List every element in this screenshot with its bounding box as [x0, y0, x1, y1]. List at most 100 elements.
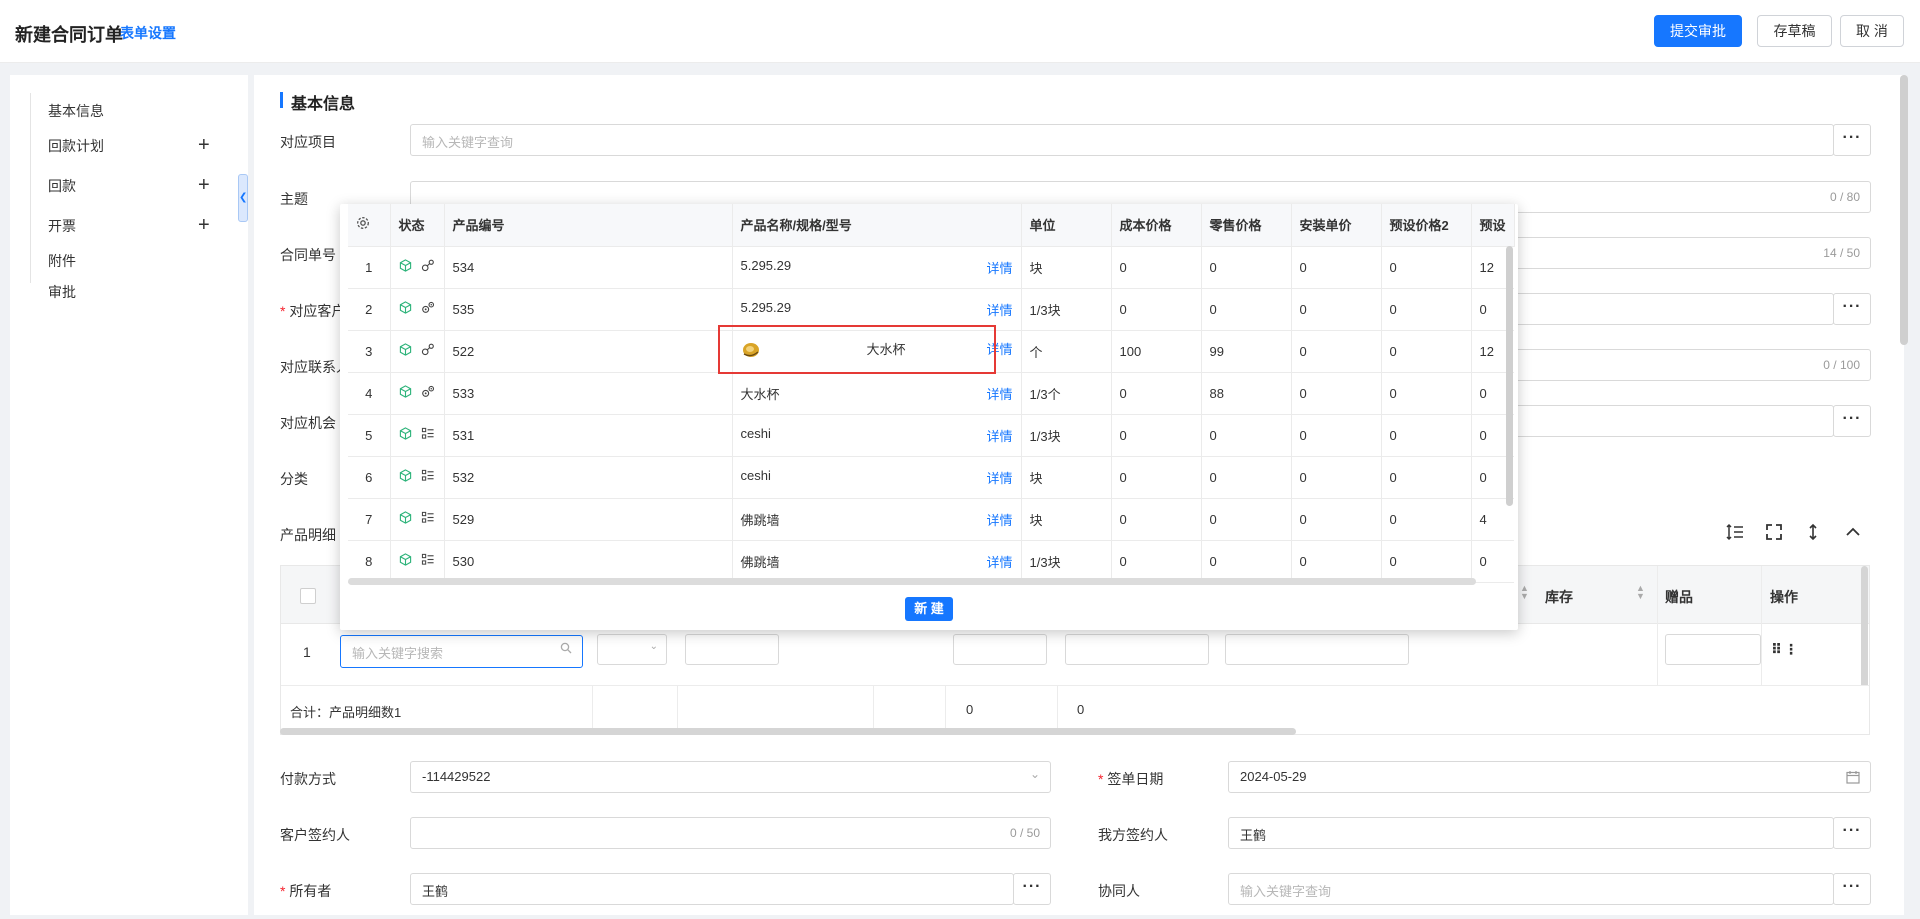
our-signer-select-button[interactable]: ··· [1833, 817, 1871, 849]
subject-label: 主题 [280, 191, 308, 207]
sidebar-line [30, 93, 31, 283]
page-scrollbar[interactable] [1900, 75, 1908, 345]
add-payment-icon[interactable]: + [198, 175, 210, 195]
header-status: 状态 [390, 204, 445, 247]
sidebar-item-invoice[interactable]: 开票 [48, 216, 76, 236]
expand-rows-icon[interactable] [1803, 522, 1823, 545]
header-install-price: 安装单价 [1291, 204, 1382, 247]
select-all-checkbox[interactable] [300, 588, 316, 604]
column-settings-icon[interactable] [348, 204, 391, 247]
submit-approval-button[interactable]: 提交审批 [1654, 15, 1742, 47]
header-unit: 单位 [1021, 204, 1112, 247]
customer-signer-label: 客户签约人 [280, 827, 350, 843]
collapse-sidebar-icon[interactable]: ❮ [238, 174, 248, 222]
amount-input[interactable] [1225, 634, 1409, 665]
cost-price-cell: 0 [1111, 414, 1202, 457]
row-more-icon[interactable]: ⠿⋮ [1771, 641, 1800, 658]
picker-row[interactable]: 8 530 佛跳墙 详情 1/3块 0 0 0 0 0 [348, 540, 1515, 583]
gift-input[interactable] [1665, 634, 1761, 665]
stock-header: 库存 [1545, 589, 1573, 605]
detail-link[interactable]: 详情 [986, 510, 1012, 529]
picker-row[interactable]: 7 529 佛跳墙 详情块 0 0 0 0 4 [348, 498, 1515, 541]
collaborator-input[interactable]: 输入关键字查询 [1228, 873, 1834, 905]
product-detail-label: 产品明细 [280, 527, 336, 543]
preset-price-2-cell: 0 [1381, 372, 1472, 415]
project-input[interactable]: 输入关键字查询 [410, 124, 1834, 156]
fullscreen-icon[interactable] [1764, 522, 1784, 545]
sign-date-label: * 签单日期 [1098, 771, 1164, 787]
preset-price-2-cell: 0 [1381, 540, 1472, 583]
opportunity-select-button[interactable]: ··· [1833, 405, 1871, 437]
search-icon [560, 642, 572, 657]
product-cube-icon [399, 301, 412, 317]
picker-row[interactable]: 4 533 大水杯 详情 1/3个 0 88 0 0 0 [348, 372, 1515, 415]
row-index: 4 [348, 372, 391, 415]
status-cell [390, 246, 445, 289]
sidebar-item-basic-info[interactable]: 基本信息 [48, 101, 104, 121]
header-preset-price-2: 预设价格2 [1381, 204, 1472, 247]
gears-icon [421, 301, 435, 317]
collaborator-select-button[interactable]: ··· [1833, 873, 1871, 905]
sidebar-item-attachment[interactable]: 附件 [48, 251, 76, 271]
product-name-cell: 佛跳墙 详情 [732, 540, 1022, 583]
save-draft-button[interactable]: 存草稿 [1757, 15, 1832, 47]
price-input[interactable] [1065, 634, 1209, 665]
product-cube-icon [399, 385, 412, 401]
sort-icon[interactable]: ▲ ▼ [1520, 584, 1529, 601]
chevron-down-icon: ⌄ [1029, 767, 1040, 781]
detail-link[interactable]: 详情 [986, 468, 1012, 487]
product-name: 5.295.29 [740, 257, 792, 273]
quantity-input[interactable] [953, 634, 1047, 665]
header-retail-price: 零售价格 [1201, 204, 1292, 247]
picker-vscroll[interactable] [1506, 246, 1513, 506]
owner-input[interactable]: 王鹤 [410, 873, 1014, 905]
customer-select-button[interactable]: ··· [1833, 293, 1871, 325]
picker-row[interactable]: 1 534 5.295.29 详情块 0 0 0 0 12 [348, 246, 1515, 289]
preset-price-2-cell: 0 [1381, 414, 1472, 457]
sidebar-item-approval[interactable]: 审批 [48, 282, 76, 302]
install-price-cell: 0 [1291, 456, 1382, 499]
total-value-a: 0 [966, 702, 974, 717]
detail-link[interactable]: 详情 [986, 384, 1012, 403]
form-settings-link[interactable]: 表单设置 [120, 23, 176, 43]
sidebar-item-payment[interactable]: 回款 [48, 176, 76, 196]
status-cell [390, 372, 445, 415]
unit-cell: 块 [1021, 498, 1112, 541]
product-table-hscroll[interactable] [280, 728, 1296, 735]
detail-link[interactable]: 详情 [986, 258, 1012, 277]
sort-icon[interactable]: ▲ ▼ [1636, 584, 1645, 601]
sidebar-item-payment-plan[interactable]: 回款计划 [48, 136, 104, 156]
detail-link[interactable]: 详情 [986, 552, 1012, 571]
header-product-name: 产品名称/规格/型号 [732, 204, 1022, 247]
row-index: 8 [348, 540, 391, 583]
unit-select[interactable]: ⌄ [597, 634, 667, 665]
list-icon [421, 469, 435, 485]
new-product-button[interactable]: 新 建 [905, 597, 953, 621]
product-search-input[interactable]: 输入关键字搜索 [340, 635, 583, 668]
preset-price-2-cell: 0 [1381, 288, 1472, 331]
unit-cell: 1/3个 [1021, 372, 1112, 415]
picker-row[interactable]: 6 532 ceshi 详情块 0 0 0 0 0 [348, 456, 1515, 499]
cancel-button[interactable]: 取 消 [1840, 15, 1904, 47]
collapse-section-icon[interactable] [1843, 522, 1863, 545]
detail-link[interactable]: 详情 [986, 300, 1012, 319]
picker-row[interactable]: 5 531 ceshi 详情 1/3块 0 0 0 0 0 [348, 414, 1515, 457]
project-select-button[interactable]: ··· [1833, 124, 1871, 156]
customer-signer-input[interactable]: 0 / 50 [410, 817, 1051, 849]
page-header: 新建合同订单 表单设置 提交审批 存草稿 取 消 [0, 0, 1920, 63]
our-signer-input[interactable]: 王鹤 [1228, 817, 1834, 849]
unit-cell: 1/3块 [1021, 414, 1112, 457]
row-height-icon[interactable] [1725, 522, 1745, 545]
sign-date-input[interactable]: 2024-05-29 [1228, 761, 1871, 793]
owner-select-button[interactable]: ··· [1013, 873, 1051, 905]
add-invoice-icon[interactable]: + [198, 215, 210, 235]
spec-input[interactable] [685, 634, 779, 665]
payment-method-select[interactable]: -114429522 ⌄ [410, 761, 1051, 793]
add-payment-plan-icon[interactable]: + [198, 135, 210, 155]
highlight-box [718, 325, 996, 374]
row-index: 7 [348, 498, 391, 541]
picker-hscroll[interactable] [348, 578, 1476, 585]
picker-row[interactable]: 2 535 5.295.29 详情 1/3块 0 0 0 0 0 [348, 288, 1515, 331]
detail-link[interactable]: 详情 [986, 426, 1012, 445]
list-icon [421, 553, 435, 569]
